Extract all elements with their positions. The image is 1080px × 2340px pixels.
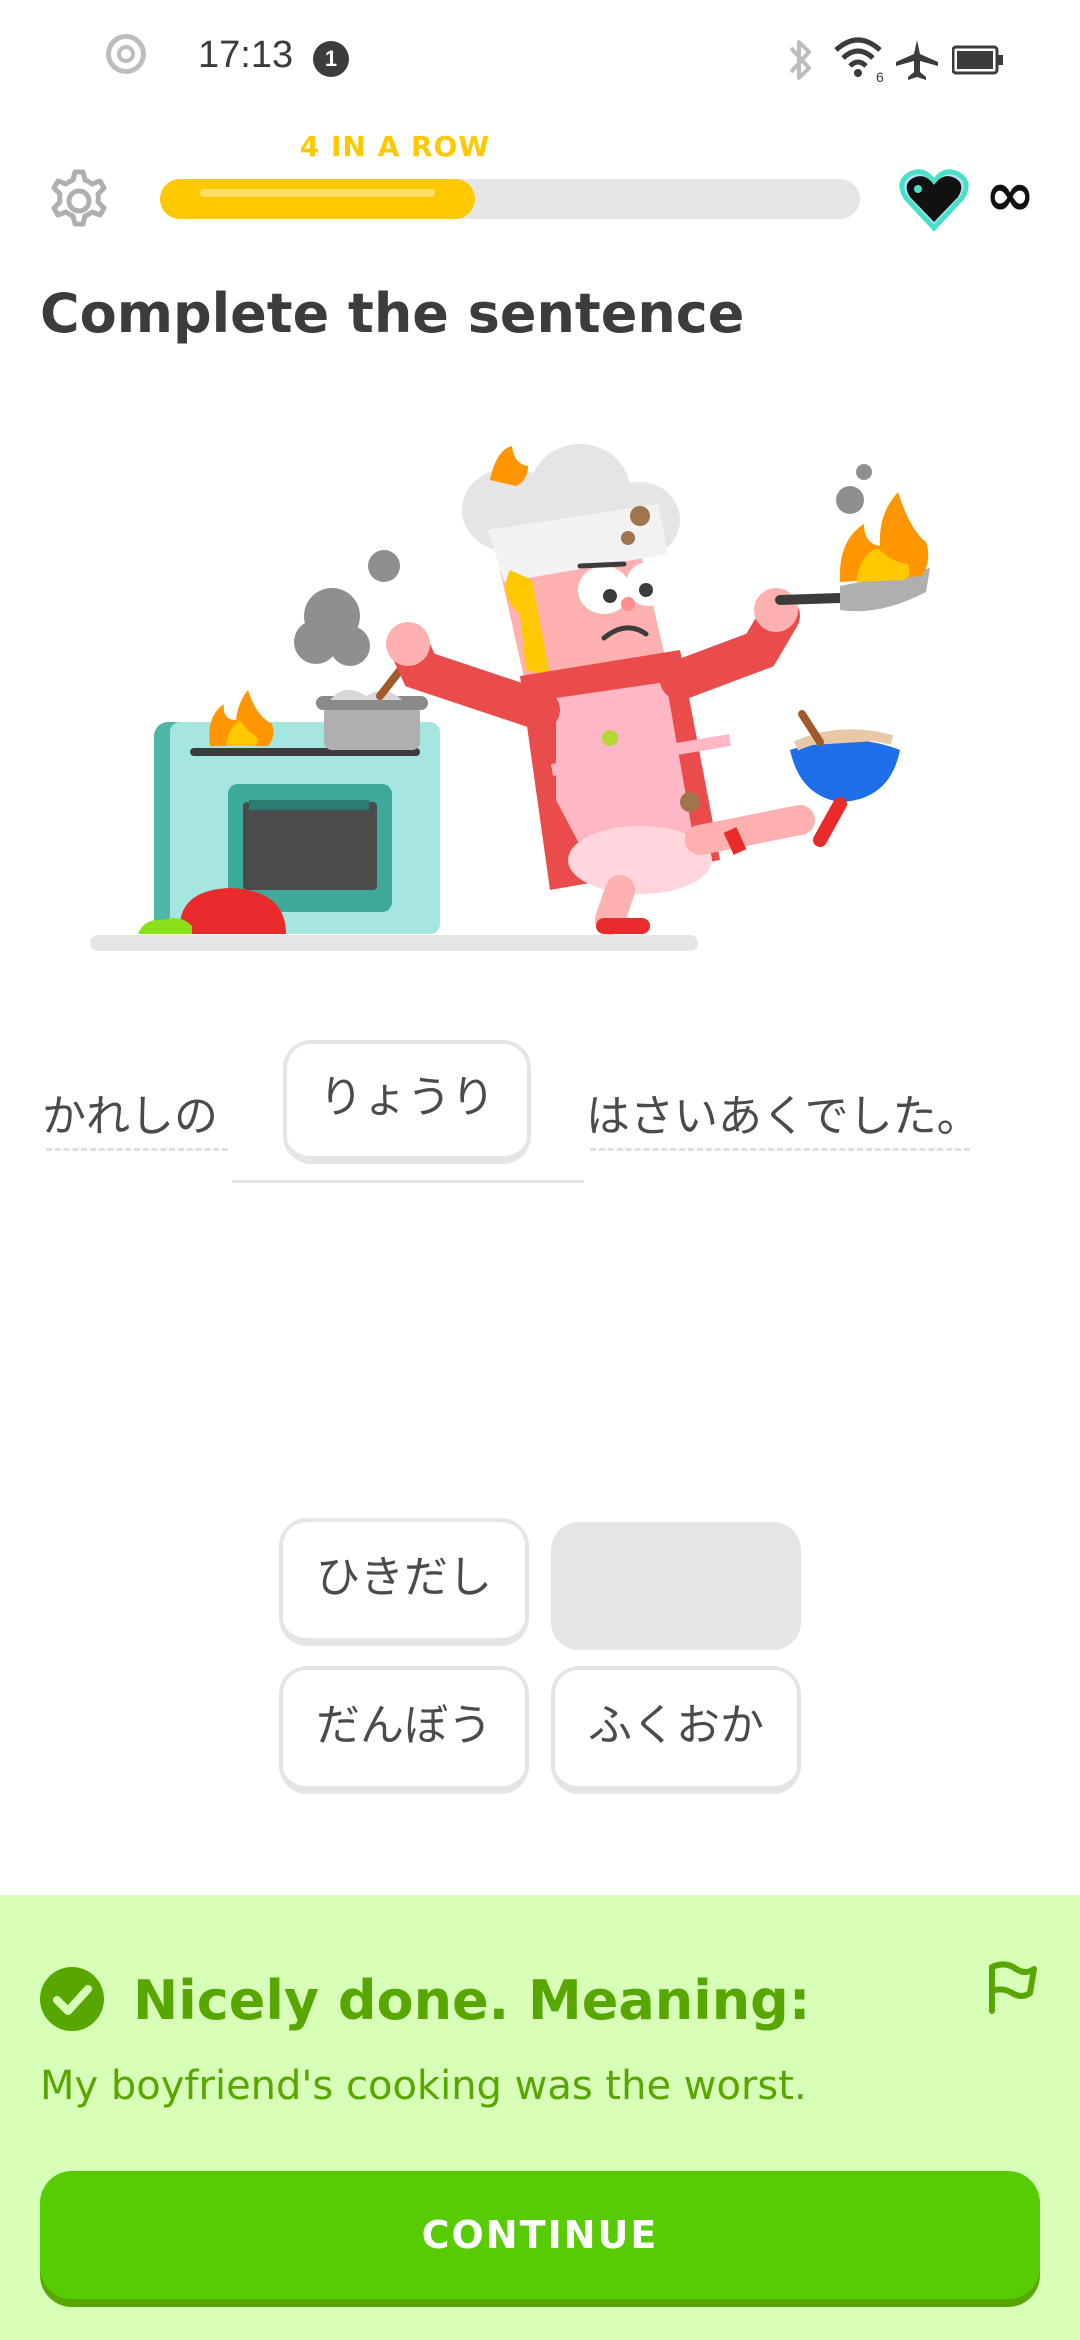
streak-label: 4 IN A ROW <box>299 130 491 163</box>
circle-icon <box>106 34 146 74</box>
feedback-panel: Nicely done. Meaning: My boyfriend's coo… <box>0 1895 1080 2340</box>
word-bank-tile[interactable]: ふくおか <box>551 1666 801 1794</box>
word-bank-tile[interactable]: だんぼう <box>279 1666 529 1794</box>
chef-illustration <box>90 444 930 951</box>
word-bank-empty-slot <box>551 1522 801 1650</box>
check-icon <box>40 1967 104 2031</box>
page-title: Complete the sentence <box>40 282 745 345</box>
hearts-count: ∞ <box>985 160 1035 230</box>
svg-text:6: 6 <box>876 69 884 84</box>
gear-icon[interactable] <box>44 166 114 236</box>
bluetooth-icon <box>789 40 811 80</box>
lesson-progress-bar <box>160 179 860 219</box>
continue-button[interactable]: CONTINUE <box>40 2171 1040 2299</box>
answer-blank-line <box>232 1180 584 1183</box>
feedback-title: Nicely done. Meaning: <box>133 1969 811 2032</box>
flag-icon[interactable] <box>982 1957 1040 2017</box>
sentence-before: かれしの <box>42 1091 218 1142</box>
status-time: 17:13 <box>198 34 294 76</box>
notification-badge: 1 <box>313 41 349 77</box>
status-bar: 17:13 1 6 <box>0 0 1080 120</box>
battery-icon <box>952 45 1003 75</box>
dashed-underline <box>590 1148 970 1151</box>
dashed-underline <box>46 1148 228 1151</box>
sentence: かれしの りょうり はさいあくでした。 <box>40 1040 1040 1200</box>
lesson-progress-fill <box>160 179 475 219</box>
word-bank-tile[interactable]: ひきだし <box>279 1518 529 1646</box>
wifi-icon: 6 <box>834 37 884 84</box>
lesson-progress-highlight <box>200 189 435 197</box>
heart-icon[interactable] <box>898 168 970 232</box>
airplane-icon <box>896 40 938 80</box>
feedback-meaning: My boyfriend's cooking was the worst. <box>40 2063 807 2109</box>
answer-chip[interactable]: りょうり <box>283 1040 531 1164</box>
sentence-after: はさいあくでした。 <box>586 1091 981 1142</box>
